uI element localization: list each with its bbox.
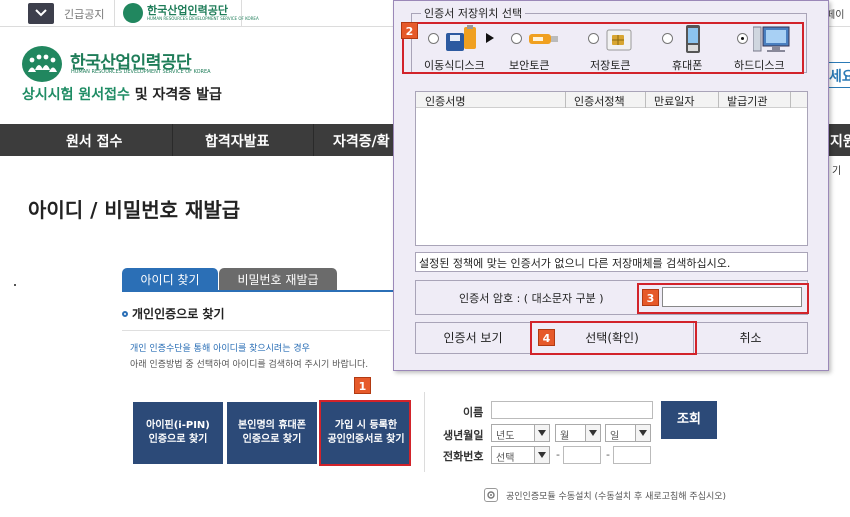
nav-divider (313, 124, 314, 156)
phone-last-input[interactable] (613, 446, 651, 464)
step-badge-3: 3 (642, 289, 659, 306)
tab-find-id[interactable]: 아이디 찾기 (122, 268, 218, 290)
form-divider (424, 392, 425, 472)
hrdk-logo-mark-icon (123, 3, 143, 23)
tab-reset-password[interactable]: 비밀번호 재발급 (219, 268, 337, 290)
certificate-list-header: 인증서명 인증서정책 만료일자 발급기관 (416, 92, 807, 108)
name-input[interactable] (491, 401, 653, 419)
birth-month-value: 월 (560, 431, 570, 442)
description-line-2: 아래 인증방법 중 선택하여 아이디를 검색하여 주시기 바랍니다. (130, 360, 369, 370)
description-box: 개인 인증수단을 통해 아이디를 찾으시려는 경우 아래 인증방법 중 선택하여… (122, 330, 390, 374)
birth-day-select[interactable]: 일 (605, 424, 651, 442)
tab-underline (122, 290, 422, 292)
service-subtitle-highlight: 상시시험 원서접수 (22, 87, 130, 103)
decorative-dot (14, 284, 16, 286)
column-cert-policy[interactable]: 인증서정책 (574, 93, 625, 109)
password-label: 인증서 암호 : ( 대소문자 구분 ) (459, 292, 604, 305)
description-line-1: 개인 인증수단을 통해 아이디를 찾으시려는 경우 (130, 344, 310, 354)
nav-item-results[interactable]: 합격자발표 (205, 131, 269, 151)
status-message: 설정된 정책에 맞는 인증서가 없으니 다른 저장매체를 검색하십시오. (415, 252, 808, 272)
column-divider (790, 92, 791, 108)
certificate-list[interactable]: 인증서명 인증서정책 만료일자 발급기관 (415, 91, 808, 246)
ipin-auth-button[interactable]: 아이핀(i-PIN) 인증으로 찾기 (133, 402, 223, 464)
cancel-button[interactable]: 취소 (694, 323, 807, 353)
emergency-notice-link[interactable]: 긴급공지 (64, 6, 104, 22)
section-heading-text: 개인인증으로 찾기 (132, 307, 225, 321)
step-badge-4: 4 (538, 329, 555, 346)
birth-day-value: 일 (610, 431, 620, 442)
page-title: 아이디 / 비밀번호 재발급 (28, 198, 241, 222)
step-badge-1: 1 (354, 377, 371, 394)
chevron-down-icon (35, 9, 47, 17)
header-right-button[interactable]: 세요 (826, 62, 850, 88)
nav-item-certificate[interactable]: 자격증/확 (333, 131, 390, 151)
phone-middle-input[interactable] (563, 446, 601, 464)
column-divider (718, 92, 719, 108)
nav-item-support[interactable]: 지원 (830, 131, 850, 151)
certificate-dialog: 인증서 저장위치 선택 이동식디스크 보안토큰 저장토큰 휴대폰 하드디스크 2… (393, 0, 829, 371)
phone-dash: - (606, 448, 610, 461)
chevron-down-icon (534, 447, 549, 463)
search-button[interactable]: 조회 (661, 401, 717, 439)
column-expiry-date[interactable]: 만료일자 (654, 93, 694, 109)
phone-label: 전화번호 (443, 450, 484, 463)
view-certificate-button[interactable]: 인증서 보기 (416, 323, 530, 353)
chevron-down-icon (635, 425, 650, 441)
column-cert-name[interactable]: 인증서명 (425, 93, 465, 109)
service-subtitle-rest: 및 자격증 발급 (129, 87, 222, 103)
phone-prefix-value: 선택 (496, 453, 515, 464)
highlight-frame-1 (319, 400, 411, 466)
chevron-down-icon (585, 425, 600, 441)
hrdk-logo-icon[interactable] (22, 46, 62, 82)
gear-icon (484, 488, 498, 502)
highlight-frame-3 (637, 283, 809, 314)
side-link[interactable]: 기 (832, 162, 841, 177)
birth-year-select[interactable]: 년도 (491, 424, 550, 442)
phone-prefix-select[interactable]: 선택 (491, 446, 550, 464)
nav-divider (172, 124, 173, 156)
section-heading: 개인인증으로 찾기 (122, 305, 225, 322)
highlight-frame-2 (402, 22, 804, 74)
service-subtitle: 상시시험 원서접수 및 자격증 발급 (22, 84, 222, 104)
highlight-frame-4 (530, 321, 697, 355)
birthdate-label: 생년월일 (443, 429, 484, 442)
mobile-auth-button[interactable]: 본인명의 휴대폰 인증으로 찾기 (227, 402, 317, 464)
step-badge-2: 2 (401, 22, 418, 39)
expand-menu-button[interactable] (28, 3, 54, 24)
circle-bullet-icon (122, 311, 128, 317)
storage-location-title: 인증서 저장위치 선택 (421, 5, 526, 21)
column-divider (565, 92, 566, 108)
mini-logo[interactable]: 한국산업인력공단 HUMAN RESOURCES DEVELOPMENT SER… (114, 0, 259, 26)
name-label: 이름 (463, 406, 484, 419)
nav-item-application[interactable]: 원서 접수 (66, 131, 122, 151)
phone-dash: - (556, 448, 560, 461)
birth-year-value: 년도 (496, 431, 515, 442)
column-issuer[interactable]: 발급기관 (727, 93, 767, 109)
manual-install-text: 공인인증모듈 수동설치 (수동설치 후 새로고침해 주십시오) (506, 492, 727, 502)
chevron-down-icon (534, 425, 549, 441)
manual-install-link[interactable]: 공인인증모듈 수동설치 (수동설치 후 새로고침해 주십시오) (484, 488, 726, 502)
mini-logo-english: HUMAN RESOURCES DEVELOPMENT SERVICE OF K… (147, 16, 259, 21)
logo-subtitle-english: HUMAN RESOURCES DEVELOPMENT SERVICE OF K… (71, 69, 211, 75)
column-divider (645, 92, 646, 108)
birth-month-select[interactable]: 월 (555, 424, 601, 442)
